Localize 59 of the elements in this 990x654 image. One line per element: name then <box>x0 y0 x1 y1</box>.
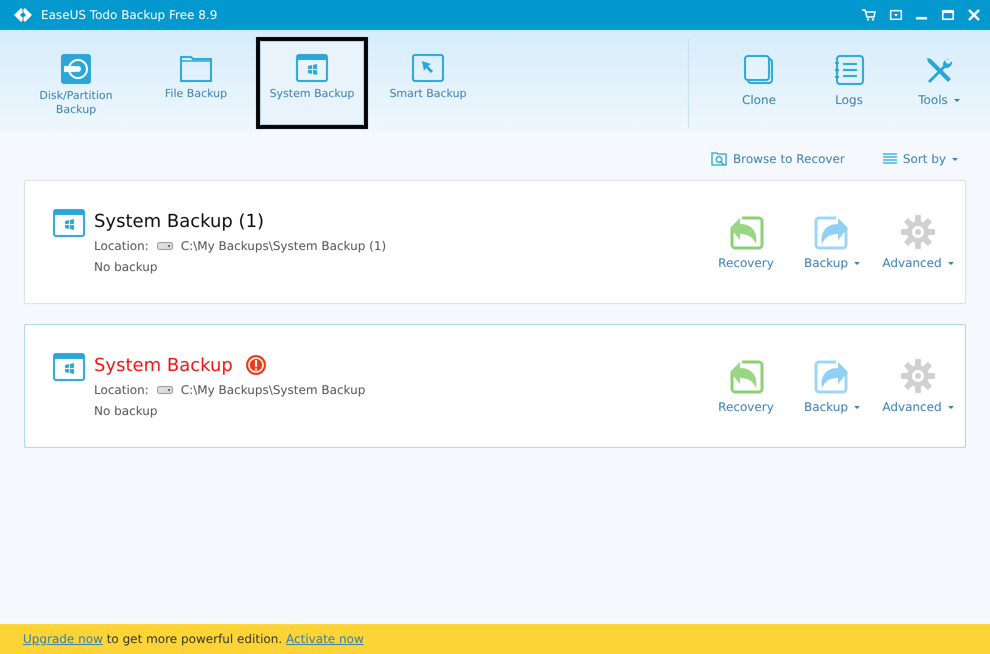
window-title: EaseUS Todo Backup Free 8.9 <box>41 8 218 22</box>
task-title: System Backup (1) <box>94 210 264 232</box>
task-action-button[interactable]: Backup <box>795 358 869 414</box>
toolbar-button[interactable]: Clone <box>727 55 791 107</box>
notebook-icon <box>834 55 864 85</box>
close-icon[interactable] <box>968 9 980 21</box>
task-action-button[interactable]: Recovery <box>709 214 783 270</box>
settings-icon <box>900 358 936 394</box>
location-label: Location: <box>94 383 149 397</box>
location-path: C:\My Backups\System Backup <box>180 383 366 397</box>
toolbar-button[interactable]: Smart Backup <box>376 41 480 125</box>
folder-icon <box>180 54 212 82</box>
backup-task-card[interactable]: System Backup (1) Location: C:\My Backups\System Backup (1) No backup Recovery Backup Advanced <box>24 180 966 304</box>
drive-icon <box>156 386 173 394</box>
task-action-button[interactable]: Recovery <box>709 358 783 414</box>
backup-task-card[interactable]: System Backup Location: C:\My Backups\System Backup No backup Recovery Backup Advanced <box>24 324 966 448</box>
task-action-button[interactable]: Advanced <box>881 214 955 270</box>
toolbar-button[interactable]: File Backup <box>144 41 248 125</box>
cart-icon[interactable] <box>862 9 876 21</box>
toolbar-button[interactable]: Tools <box>907 55 971 107</box>
backup-summary: No backup <box>94 404 159 418</box>
caret-icon <box>954 98 960 102</box>
search-icon <box>710 152 727 166</box>
toolbar-link[interactable]: Sort by <box>882 152 958 166</box>
caret-icon <box>854 262 860 264</box>
drive-icon <box>156 242 173 250</box>
toolbar-link[interactable]: Browse to Recover <box>710 152 845 166</box>
maximize-icon[interactable] <box>942 10 954 20</box>
footer-link[interactable]: Activate now <box>286 632 364 646</box>
menu-icon[interactable] <box>890 10 902 20</box>
location-label: Location: <box>94 238 149 252</box>
toolbar-button[interactable]: Disk/Partition Backup <box>24 41 128 125</box>
undo-icon <box>728 214 764 250</box>
logo-icon <box>13 7 33 23</box>
tools-icon <box>924 55 954 85</box>
cursor-icon <box>412 54 444 82</box>
window-icon <box>296 54 328 82</box>
location-path: C:\My Backups\System Backup (1) <box>180 238 386 252</box>
caret-icon <box>854 406 860 408</box>
window-icon <box>53 353 85 381</box>
window-icon <box>53 209 85 237</box>
task-action-button[interactable]: Backup <box>795 214 869 270</box>
list-icon <box>882 153 897 165</box>
backup-summary: No backup <box>94 260 159 274</box>
alert-icon <box>244 354 267 376</box>
share-icon <box>814 358 850 394</box>
share-icon <box>814 214 850 250</box>
settings-icon <box>900 214 936 250</box>
copy-icon <box>744 55 774 85</box>
toolbar-button[interactable]: System Backup <box>260 41 364 125</box>
caret-icon <box>948 262 954 264</box>
task-title: System Backup <box>94 354 233 376</box>
footer-link[interactable]: Upgrade now <box>23 632 103 646</box>
undo-icon <box>728 358 764 394</box>
toolbar-button[interactable]: Logs <box>817 55 881 107</box>
upgrade-notice: Upgrade now to get more powerful edition. Activate now <box>23 632 364 646</box>
caret-icon <box>948 406 954 408</box>
task-action-button[interactable]: Advanced <box>881 358 955 414</box>
caret-icon <box>952 158 958 160</box>
